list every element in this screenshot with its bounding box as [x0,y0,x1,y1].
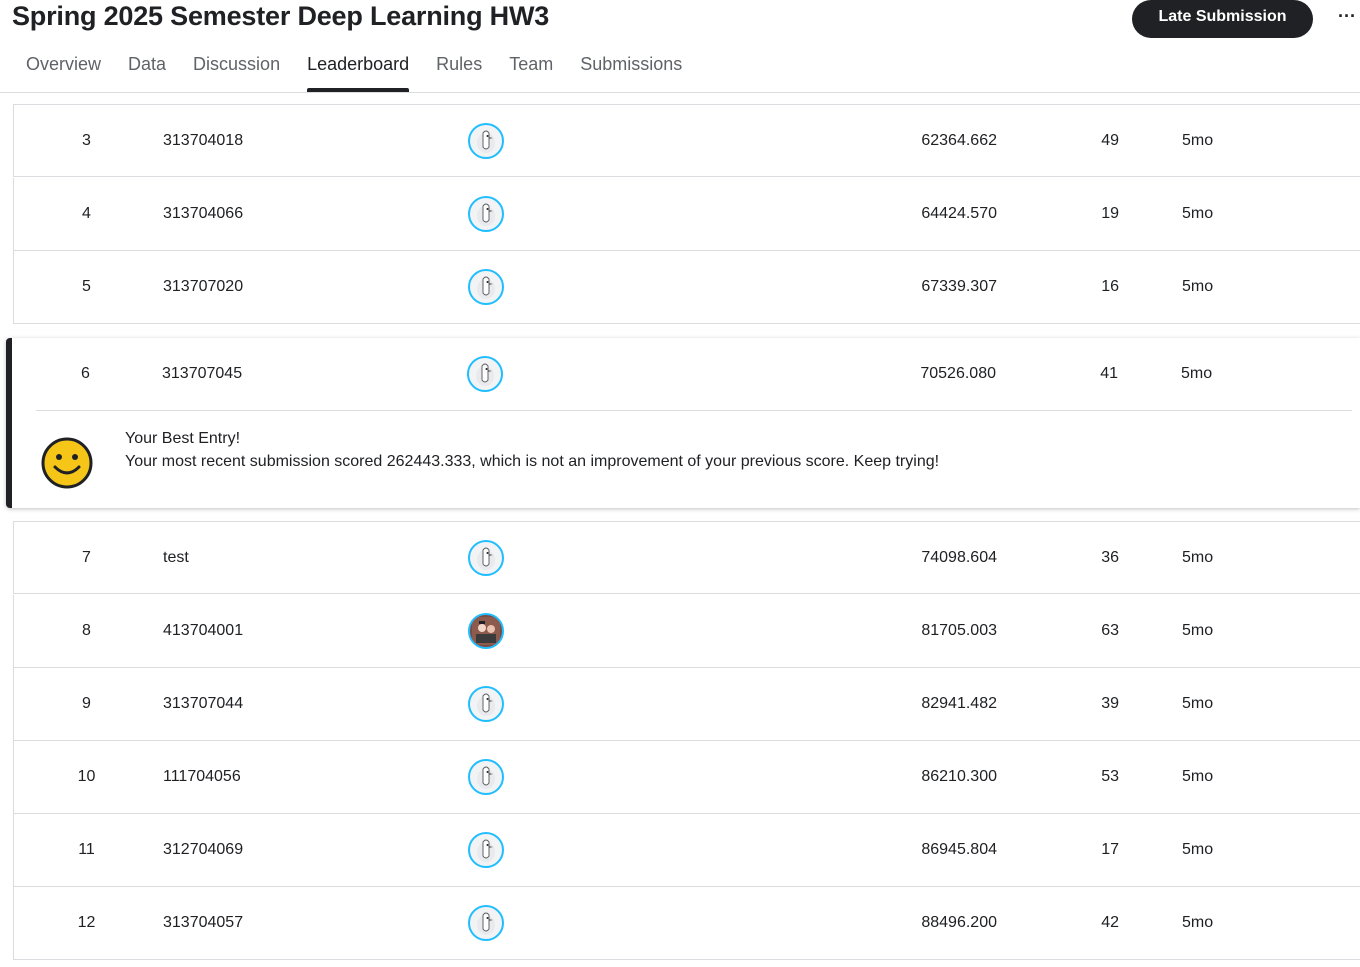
leaderboard-row[interactable]: 3 313704018 62364.662 49 5mo [13,104,1360,177]
score-cell: 74098.604 [921,549,997,566]
goose-avatar-icon [468,686,504,722]
photo-avatar-icon [468,613,504,649]
last-submission-cell: 5mo [1182,205,1214,222]
divider [36,410,1352,411]
entries-cell: 42 [1101,914,1119,931]
more-options-icon[interactable]: ··· [1336,2,1358,30]
goose-avatar-icon [468,123,504,159]
score-cell: 67339.307 [921,278,997,295]
goose-avatar-icon [468,832,504,868]
team-name[interactable]: 313707044 [163,668,423,740]
entries-cell: 49 [1101,132,1119,149]
team-name[interactable]: 313707020 [163,251,423,323]
goose-avatar-icon [468,196,504,232]
tab-discussion[interactable]: Discussion [193,50,280,92]
entries-cell: 53 [1101,768,1119,785]
leaderboard-row[interactable]: 5 313707020 67339.307 16 5mo [13,251,1360,324]
team-name[interactable]: 111704056 [163,741,423,813]
entries-cell: 36 [1101,549,1119,566]
team-name[interactable]: 313707045 [162,338,422,410]
team-name[interactable]: 312704069 [163,814,423,886]
leaderboard-row[interactable]: 12 313704057 88496.200 42 5mo [13,887,1360,960]
score-cell: 70526.080 [920,365,996,382]
team-avatar[interactable] [468,540,504,576]
rank-cell: 12 [77,914,96,931]
team-avatar[interactable] [468,196,504,232]
last-submission-cell: 5mo [1181,365,1213,382]
best-entry-message: Your most recent submission scored 26244… [125,453,940,470]
goose-avatar-icon [468,905,504,941]
score-cell: 81705.003 [921,622,997,639]
tab-overview[interactable]: Overview [26,50,101,92]
my-entry-row[interactable]: 6 313707045 70526.080 41 5mo [12,338,1360,411]
score-cell: 86210.300 [921,768,997,785]
page-title: Spring 2025 Semester Deep Learning HW3 [12,1,550,31]
tab-data[interactable]: Data [128,50,166,92]
score-cell: 88496.200 [921,914,997,931]
score-cell: 86945.804 [921,841,997,858]
leaderboard-row[interactable]: 8 413704001 81705.003 63 5mo [13,595,1360,668]
team-name[interactable]: 313704057 [163,887,423,959]
rank-cell: 10 [77,768,96,785]
score-cell: 64424.570 [921,205,997,222]
rank-cell: 6 [81,365,90,382]
goose-avatar-icon [467,356,503,392]
rank-cell: 8 [82,622,91,639]
competition-header: Spring 2025 Semester Deep Learning HW3 L… [0,0,1360,93]
last-submission-cell: 5mo [1182,278,1214,295]
leaderboard-row[interactable]: 11 312704069 86945.804 17 5mo [13,814,1360,887]
rank-cell: 4 [82,205,91,222]
last-submission-cell: 5mo [1182,549,1214,566]
goose-avatar-icon [468,759,504,795]
tab-rules[interactable]: Rules [436,50,482,92]
tab-leaderboard[interactable]: Leaderboard [307,50,410,92]
entries-cell: 63 [1101,622,1119,639]
team-avatar[interactable] [468,832,504,868]
rank-cell: 7 [82,549,91,566]
last-submission-cell: 5mo [1182,768,1214,785]
tab-team[interactable]: Team [509,50,553,92]
entries-cell: 16 [1101,278,1119,295]
score-cell: 62364.662 [921,132,997,149]
leaderboard-row[interactable]: 10 111704056 86210.300 53 5mo [13,741,1360,814]
rank-cell: 3 [82,132,91,149]
rank-cell: 5 [82,278,91,295]
team-avatar[interactable] [468,123,504,159]
leaderboard-row[interactable]: 7 test 74098.604 36 5mo [13,521,1360,594]
score-cell: 82941.482 [921,695,997,712]
my-entry-card: 6 313707045 70526.080 41 5mo Your Best E… [6,338,1360,508]
tab-bar: Overview Data Discussion Leaderboard Rul… [26,50,709,92]
leaderboard-row[interactable]: 9 313707044 82941.482 39 5mo [13,668,1360,741]
team-name[interactable]: 313704018 [163,105,423,177]
tab-submissions[interactable]: Submissions [580,50,682,92]
team-name[interactable]: 313704066 [163,178,423,250]
entries-cell: 41 [1100,365,1118,382]
entries-cell: 19 [1101,205,1119,222]
team-avatar[interactable] [468,905,504,941]
rank-cell: 9 [82,695,91,712]
best-entry-title: Your Best Entry! [125,430,241,447]
last-submission-cell: 5mo [1182,132,1214,149]
last-submission-cell: 5mo [1182,622,1214,639]
team-name[interactable]: test [163,522,423,594]
last-submission-cell: 5mo [1182,914,1214,931]
rank-cell: 11 [78,841,95,858]
entries-cell: 17 [1101,841,1119,858]
team-avatar[interactable] [468,269,504,305]
goose-avatar-icon [468,540,504,576]
entries-cell: 39 [1101,695,1119,712]
team-name[interactable]: 413704001 [163,595,423,667]
late-submission-button[interactable]: Late Submission [1132,0,1313,38]
smiley-icon [41,437,93,489]
leaderboard-row[interactable]: 4 313704066 64424.570 19 5mo [13,178,1360,251]
team-avatar[interactable] [468,759,504,795]
team-avatar[interactable] [467,356,503,392]
last-submission-cell: 5mo [1182,695,1214,712]
goose-avatar-icon [468,269,504,305]
team-avatar[interactable] [468,613,504,649]
team-avatar[interactable] [468,686,504,722]
last-submission-cell: 5mo [1182,841,1214,858]
